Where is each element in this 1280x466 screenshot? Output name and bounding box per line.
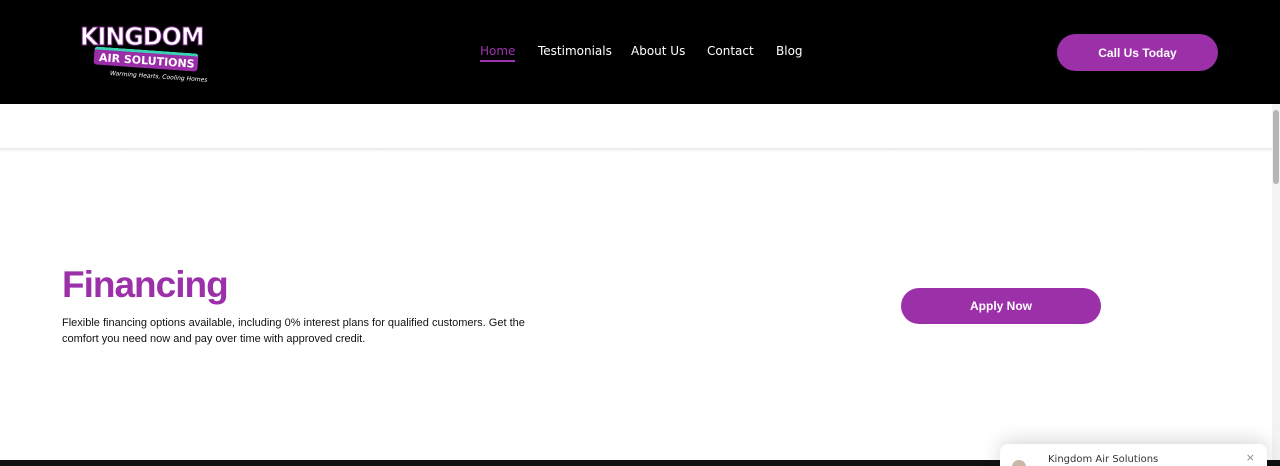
close-icon[interactable]: × xyxy=(1246,451,1255,464)
chat-widget[interactable]: Kingdom Air Solutions × xyxy=(1000,444,1267,466)
financing-title: Financing xyxy=(62,264,229,305)
logo-tagline: Warming Hearts, Cooling Homes xyxy=(109,70,208,84)
page-scrollbar-thumb[interactable] xyxy=(1273,110,1279,184)
site-header: KINGDOM AIR SOLUTIONS Warming Hearts, Co… xyxy=(0,0,1280,104)
nav-link-testimonials[interactable]: Testimonials xyxy=(538,44,612,58)
nav-link-home[interactable]: Home xyxy=(480,44,516,62)
nav-link-contact[interactable]: Contact xyxy=(707,44,754,58)
chat-avatar xyxy=(1012,460,1026,466)
chat-business-name: Kingdom Air Solutions xyxy=(1048,454,1159,465)
nav-link-about-us[interactable]: About Us xyxy=(631,44,685,58)
section-divider xyxy=(0,148,1272,152)
nav-link-blog[interactable]: Blog xyxy=(776,44,803,58)
apply-now-button[interactable]: Apply Now xyxy=(901,288,1101,324)
call-us-today-button[interactable]: Call Us Today xyxy=(1057,34,1218,71)
financing-description: Flexible financing options available, in… xyxy=(62,317,525,345)
